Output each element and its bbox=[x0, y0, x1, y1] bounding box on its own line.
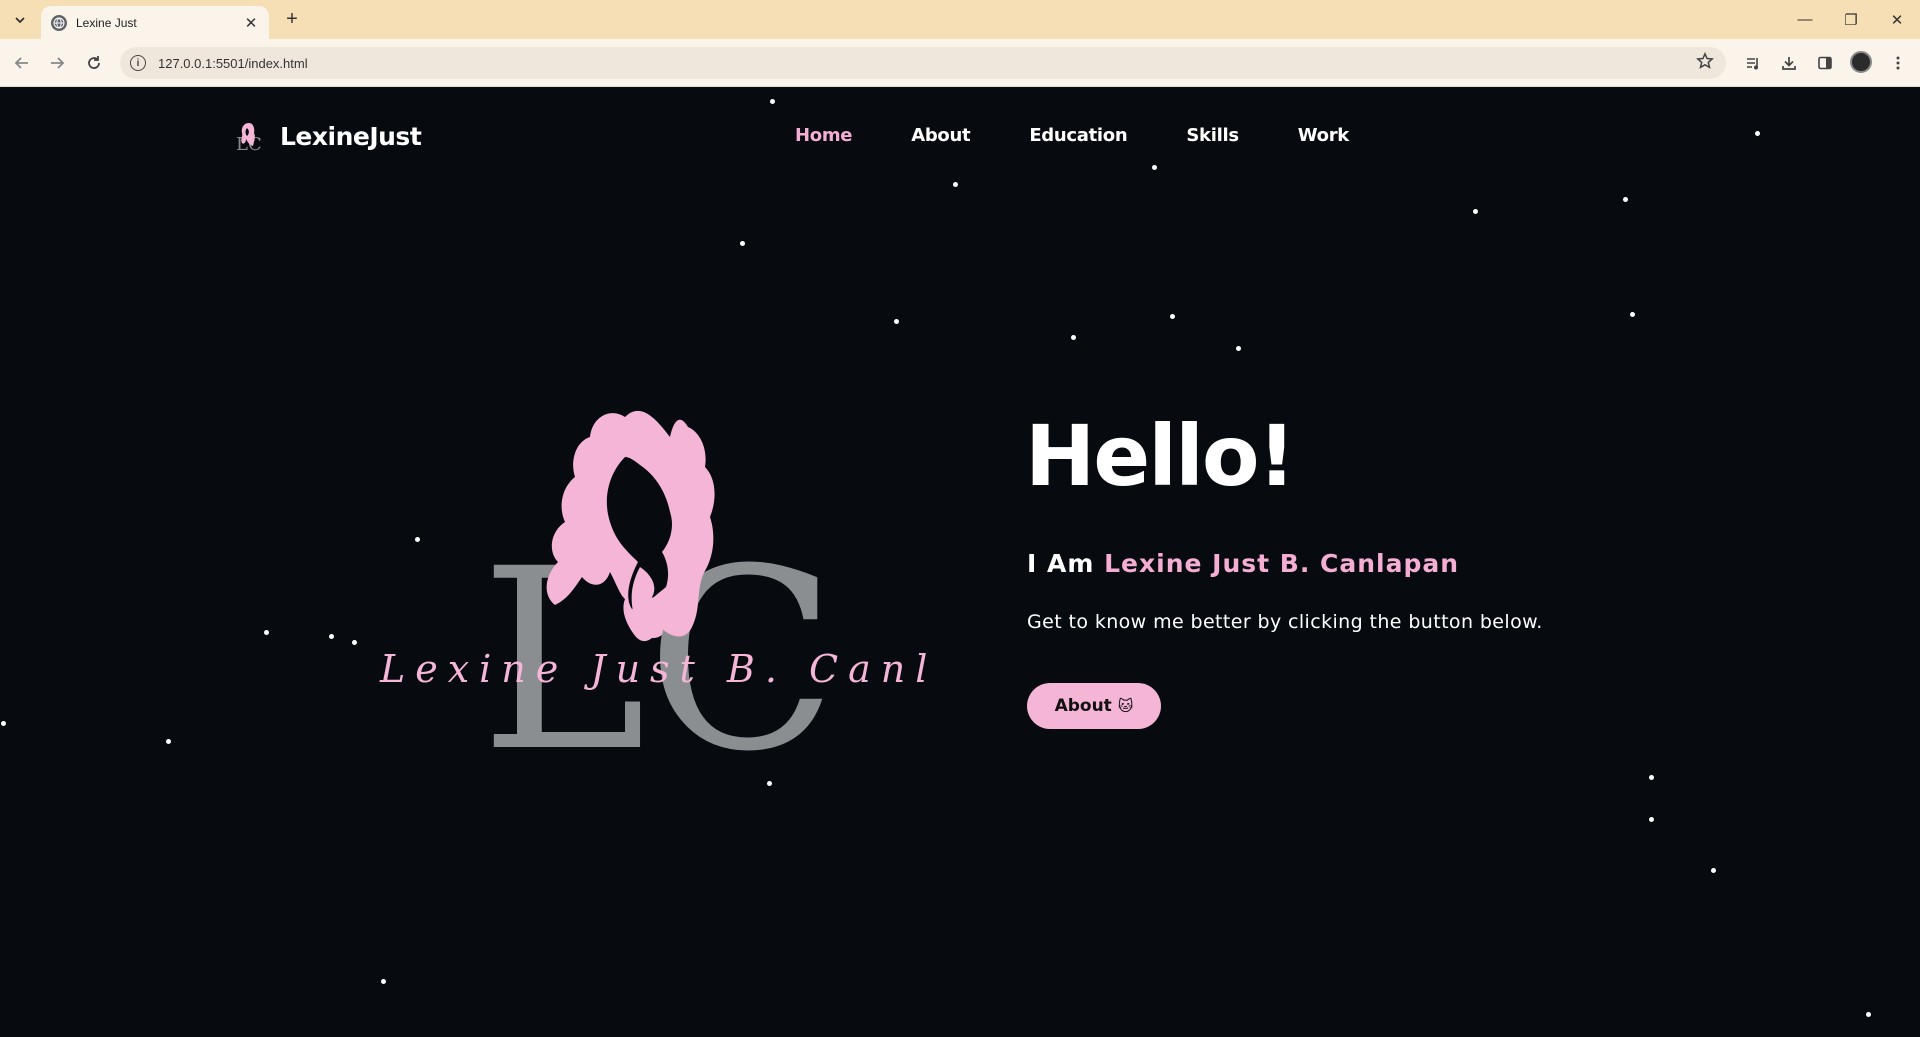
info-icon[interactable]: i bbox=[130, 55, 146, 71]
about-button-label: About bbox=[1054, 696, 1112, 716]
hero-tagline: Get to know me better by clicking the bu… bbox=[1027, 611, 1543, 633]
browser-tab[interactable]: Lexine Just ✕ bbox=[41, 6, 269, 39]
media-control-icon[interactable] bbox=[1741, 51, 1765, 75]
side-panel-icon[interactable] bbox=[1813, 51, 1837, 75]
intro-prefix: I Am bbox=[1027, 549, 1105, 578]
chevron-down-icon bbox=[15, 17, 25, 24]
close-window-button[interactable]: ✕ bbox=[1874, 0, 1920, 39]
signature-text: Lexine Just B. Canlapan bbox=[379, 647, 930, 691]
forward-button[interactable] bbox=[45, 51, 69, 75]
kebab-menu-icon[interactable] bbox=[1886, 51, 1910, 75]
nav-home[interactable]: Home bbox=[795, 125, 853, 146]
address-bar[interactable]: i 127.0.0.1:5501/index.html bbox=[120, 47, 1726, 79]
url-text[interactable]: 127.0.0.1:5501/index.html bbox=[158, 56, 308, 71]
download-icon[interactable] bbox=[1777, 51, 1801, 75]
arrow-left-icon bbox=[14, 57, 28, 69]
reload-icon bbox=[88, 56, 100, 69]
brand[interactable]: LC LexineJust bbox=[232, 119, 422, 154]
arrow-right-icon bbox=[51, 57, 65, 69]
globe-icon bbox=[51, 14, 67, 31]
star-icon[interactable] bbox=[1695, 51, 1715, 75]
hero-greeting: Hello! bbox=[1025, 407, 1296, 505]
about-button[interactable]: About 🐱 bbox=[1027, 683, 1161, 729]
browser-toolbar: i 127.0.0.1:5501/index.html bbox=[0, 39, 1920, 87]
close-tab-icon[interactable]: ✕ bbox=[243, 14, 259, 32]
hero-logo-artwork: LC Lexine Just B. Canlapan bbox=[379, 410, 930, 767]
tab-search-button[interactable] bbox=[8, 8, 32, 32]
nav-work[interactable]: Work bbox=[1298, 125, 1350, 146]
reload-button[interactable] bbox=[82, 51, 106, 75]
minimize-button[interactable]: — bbox=[1782, 0, 1828, 39]
page-content: LC LexineJust Home About Education Skill… bbox=[0, 87, 1920, 1037]
nav-education[interactable]: Education bbox=[1029, 125, 1127, 146]
brand-logo-icon: LC bbox=[236, 123, 262, 153]
browser-tabstrip: Lexine Just ✕ + — ❐ ✕ bbox=[0, 0, 1920, 39]
restore-button[interactable]: ❐ bbox=[1828, 0, 1874, 39]
cat-icon: 🐱 bbox=[1117, 697, 1134, 715]
profile-avatar[interactable] bbox=[1850, 51, 1872, 73]
brand-name: LexineJust bbox=[280, 121, 422, 151]
nav-skills[interactable]: Skills bbox=[1186, 125, 1239, 146]
new-tab-button[interactable]: + bbox=[280, 7, 304, 31]
hero-intro: I Am Lexine Just B. Canlapan bbox=[1027, 549, 1459, 578]
back-button[interactable] bbox=[10, 51, 34, 75]
tab-title: Lexine Just bbox=[76, 15, 137, 30]
nav-about[interactable]: About bbox=[911, 125, 970, 146]
main-nav: Home About Education Skills Work bbox=[795, 125, 1408, 146]
hero-name: Lexine Just B. Canlapan bbox=[1104, 549, 1460, 578]
